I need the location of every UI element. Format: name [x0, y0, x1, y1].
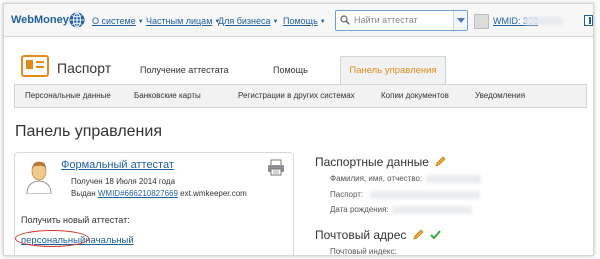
subnav-notifications[interactable]: Уведомления — [475, 91, 525, 100]
search-box[interactable]: Найти аттестат — [335, 10, 468, 31]
issuer-wmid-link[interactable]: WMID#666210827669 — [98, 189, 178, 198]
chevron-down-icon: ▼ — [319, 19, 326, 25]
subnav-personal-data[interactable]: Персональные данные — [25, 91, 111, 100]
wmid-redacted — [525, 17, 563, 25]
field-full-name: Фамилия, имя, отчество: — [330, 174, 423, 183]
pencil-icon[interactable] — [435, 156, 446, 167]
field-postal-code: Почтовый индекс: — [330, 247, 397, 256]
passport-redacted — [370, 191, 480, 199]
caret-down-icon — [457, 18, 465, 23]
get-new-attestat-label: Получить новый аттестат: — [21, 215, 130, 225]
printer-icon[interactable] — [267, 159, 285, 176]
initial-attestat-link[interactable]: начальный — [85, 235, 133, 246]
birth-date-redacted — [392, 206, 472, 214]
webmoney-logo[interactable]: WebMoney — [11, 14, 69, 26]
subnav-other-registrations[interactable]: Регистрации в других системах — [238, 91, 355, 100]
person-icon — [26, 161, 52, 194]
subnav-document-copies[interactable]: Копии документов — [381, 91, 449, 100]
nav-individuals[interactable]: Частным лицам ▼ — [146, 16, 220, 26]
passport-icon — [21, 55, 49, 77]
avatar[interactable] — [474, 14, 489, 29]
field-birth-date: Дата рождения: — [330, 205, 389, 214]
logout-icon[interactable] — [584, 15, 593, 26]
search-dropdown-button[interactable] — [453, 11, 467, 30]
tab-control-panel-label: Панель управления — [349, 65, 437, 76]
passport-title: Паспорт — [57, 60, 112, 76]
tab-control-panel[interactable]: Панель управления — [340, 56, 446, 85]
passport-data-title: Паспортные данные — [315, 155, 429, 169]
field-passport: Паспорт: — [330, 190, 364, 199]
postal-address-title: Почтовый адрес — [315, 228, 407, 242]
sub-navigation: Персональные данные Банковские карты Рег… — [14, 84, 587, 108]
subnav-bank-cards[interactable]: Банковские карты — [134, 91, 201, 100]
app-window: WebMoney О системе ▼ Частным лицам ▼ Для б… — [3, 3, 594, 256]
chevron-down-icon: ▼ — [272, 19, 279, 25]
webmoney-globe-icon — [69, 12, 85, 28]
highlight-oval — [15, 230, 89, 247]
chevron-down-icon: ▼ — [137, 19, 144, 25]
nav-business[interactable]: Для бизнеса ▼ — [218, 16, 278, 26]
search-input[interactable]: Найти аттестат — [354, 15, 418, 25]
top-bar: WebMoney О системе ▼ Частным лицам ▼ Для б… — [4, 4, 593, 37]
tab-get-attestat[interactable]: Получение аттестата — [140, 65, 229, 75]
pencil-icon[interactable] — [413, 229, 424, 240]
received-date: Получен 18 Июля 2014 года — [71, 177, 176, 186]
nav-about[interactable]: О системе ▼ — [92, 16, 144, 26]
passport-data-section: Паспортные данные — [315, 155, 446, 169]
formal-attestat-link[interactable]: Формальный аттестат — [61, 159, 174, 171]
issued-by: Выдан WMID#666210827669 ext.wmkeeper.com — [71, 189, 247, 198]
checkmark-icon — [430, 230, 441, 240]
postal-address-section: Почтовый адрес — [315, 228, 441, 242]
nav-help[interactable]: Помощь ▼ — [283, 16, 326, 26]
tab-help[interactable]: Помощь — [273, 65, 308, 75]
search-icon — [340, 15, 350, 25]
page-title: Панель управления — [15, 123, 162, 140]
full-name-redacted — [426, 175, 481, 183]
